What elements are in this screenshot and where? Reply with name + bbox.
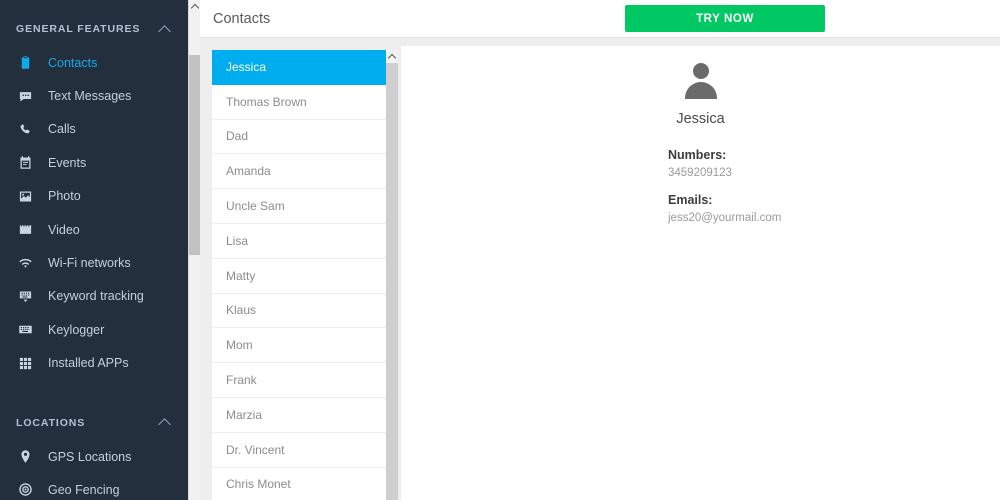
sidebar-item-wi-fi-networks[interactable]: Wi-Fi networks <box>0 246 188 279</box>
try-now-button[interactable]: TRY NOW <box>625 5 825 32</box>
chevron-up-icon[interactable] <box>159 416 172 429</box>
sidebar-item-label: Wi-Fi networks <box>48 256 131 271</box>
user-avatar-icon <box>681 63 721 103</box>
contact-list-item[interactable]: Marzia <box>212 398 398 433</box>
page-title: Contacts <box>213 11 271 27</box>
contact-list-item-name: Matty <box>226 268 256 283</box>
contact-list-item-name: Amanda <box>226 164 271 179</box>
sidebar-item-events[interactable]: Events <box>0 146 188 179</box>
contact-list-item-name: Thomas Brown <box>226 94 307 109</box>
contact-list-item-name: Dad <box>226 129 249 144</box>
map-pin-icon <box>10 449 40 464</box>
sidebar-item-calls[interactable]: Calls <box>0 113 188 146</box>
sidebar-item-installed-apps[interactable]: Installed APPs <box>0 347 188 380</box>
sidebar-item-label: Events <box>48 155 87 170</box>
sidebar-item-label: Keylogger <box>48 322 105 337</box>
contact-emails-value: jess20@yourmail.com <box>668 212 782 224</box>
grid-apps-icon <box>10 356 40 371</box>
sidebar-section-header[interactable]: LOCATIONS <box>0 406 188 440</box>
wifi-icon <box>10 256 40 271</box>
page-scroll-thumb[interactable] <box>189 55 200 255</box>
keyboard-icon <box>10 322 40 337</box>
sidebar-item-keylogger[interactable]: Keylogger <box>0 313 188 346</box>
sidebar-item-contacts[interactable]: Contacts <box>0 46 188 79</box>
sidebar-item-label: Geo Fencing <box>48 482 120 497</box>
contact-list-item[interactable]: Mom <box>212 328 398 364</box>
contact-list-panel[interactable]: Jessica Thomas Brown Dad Amanda Uncle Sam Lis… <box>212 50 398 500</box>
chevron-up-icon[interactable] <box>159 23 172 36</box>
sidebar-item-label: Installed APPs <box>48 356 129 371</box>
contact-list-item-name: Klaus <box>226 303 257 318</box>
page-scrollbar[interactable] <box>188 0 200 500</box>
sidebar-item-label: Keyword tracking <box>48 289 144 304</box>
contact-list-item[interactable]: Matty <box>212 259 398 294</box>
sidebar-item-gps-locations[interactable]: GPS Locations <box>0 440 188 473</box>
contact-list-item[interactable]: Thomas Brown <box>212 85 398 120</box>
sidebar-item-keyword-tracking[interactable]: Keyword tracking <box>0 280 188 313</box>
contact-detail-panel: Jessica Numbers: 3459209123 Emails: jess… <box>401 46 1000 500</box>
contact-list-item[interactable]: Frank <box>212 363 398 398</box>
sidebar-item-photo[interactable]: Photo <box>0 180 188 213</box>
contact-list-item-name: Lisa <box>226 233 249 248</box>
sidebar: GENERAL FEATURES Contacts Text Messages Cal… <box>0 0 188 500</box>
contact-list-item[interactable]: Jessica <box>212 50 398 85</box>
film-icon <box>10 222 40 237</box>
contact-list-item[interactable]: Uncle Sam <box>212 189 398 224</box>
sidebar-item-label: Video <box>48 222 80 237</box>
sidebar-item-label: Contacts <box>48 55 98 70</box>
sidebar-item-label: Photo <box>48 189 81 204</box>
contact-emails-label: Emails: <box>668 193 713 207</box>
sidebar-item-geo-fencing[interactable]: Geo Fencing <box>0 473 188 500</box>
sidebar-section-gap <box>0 380 188 394</box>
sidebar-item-label: Text Messages <box>48 89 132 104</box>
contact-avatar-block: Jessica <box>401 46 1000 127</box>
contact-emails-field: Emails: jess20@yourmail.com <box>668 193 781 224</box>
contact-list-item-name: Dr. Vincent <box>226 442 285 457</box>
contact-list-item[interactable]: Klaus <box>212 294 398 329</box>
contact-numbers-label: Numbers: <box>668 148 727 162</box>
avatar-head <box>692 63 709 79</box>
clipboard-icon <box>10 55 40 70</box>
top-header: Contacts TRY NOW <box>200 0 1000 38</box>
contact-list-item[interactable]: Amanda <box>212 154 398 190</box>
page-scroll-up-arrow-icon[interactable] <box>189 0 200 14</box>
main-content: Jessica Thomas Brown Dad Amanda Uncle Sam Lis… <box>200 38 1000 500</box>
contact-list-item[interactable]: Lisa <box>212 224 398 259</box>
avatar-body <box>684 82 717 99</box>
contact-list-item[interactable]: Dr. Vincent <box>212 433 398 468</box>
calendar-icon <box>10 155 40 170</box>
app-root: GENERAL FEATURES Contacts Text Messages Cal… <box>0 0 1000 500</box>
sidebar-item-video[interactable]: Video <box>0 213 188 246</box>
list-scroll-up-arrow-icon[interactable] <box>386 50 398 63</box>
target-icon <box>10 482 40 497</box>
sidebar-item-label: Calls <box>48 122 76 137</box>
sidebar-item-text-messages[interactable]: Text Messages <box>0 79 188 112</box>
sidebar-section-header[interactable]: GENERAL FEATURES <box>0 12 188 46</box>
sidebar-item-label: GPS Locations <box>48 449 132 464</box>
contact-list-item-name: Frank <box>226 373 257 388</box>
contact-detail-name: Jessica <box>676 111 725 127</box>
contact-list-item[interactable]: Dad <box>212 120 398 155</box>
sidebar-section-title: GENERAL FEATURES <box>16 23 141 35</box>
contact-numbers-field: Numbers: 3459209123 <box>668 148 732 179</box>
sidebar-section-title: LOCATIONS <box>16 416 86 429</box>
contact-list-item-name: Jessica <box>226 59 267 74</box>
contact-list-scrollbar[interactable] <box>386 50 398 500</box>
phone-icon <box>10 122 40 137</box>
contact-list-item[interactable]: Chris Monet <box>212 468 398 500</box>
contact-list-item-name: Chris Monet <box>226 477 291 492</box>
chat-bubble-icon <box>10 89 40 104</box>
contact-list-item-name: Marzia <box>226 407 263 422</box>
contact-numbers-value: 3459209123 <box>668 167 732 179</box>
contact-list-item-name: Mom <box>226 338 253 353</box>
keyboard-tracking-icon <box>10 289 40 304</box>
list-scroll-thumb[interactable] <box>386 63 398 500</box>
contact-list-item-name: Uncle Sam <box>226 199 285 214</box>
image-icon <box>10 189 40 204</box>
